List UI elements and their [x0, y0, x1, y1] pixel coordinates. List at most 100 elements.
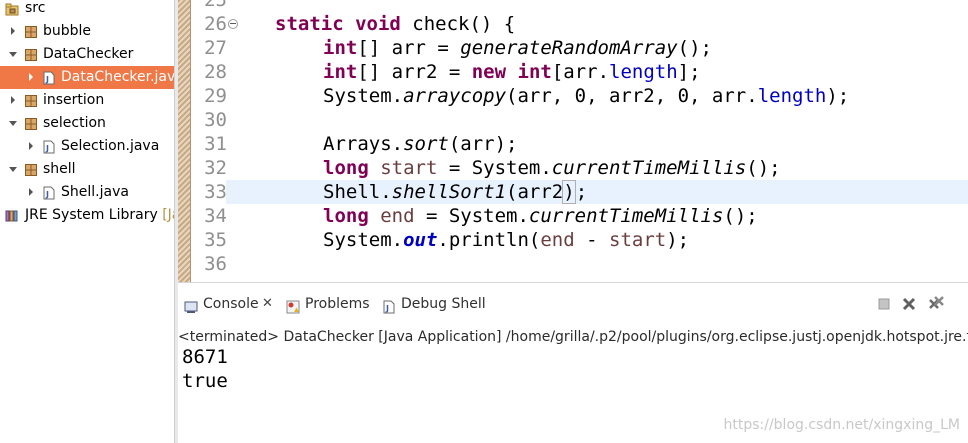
field: length — [609, 61, 678, 83]
chevron-down-icon[interactable] — [8, 49, 18, 59]
library-icon — [5, 208, 19, 222]
tab-problems[interactable]: Problems — [286, 291, 376, 317]
tree-item-label: selection — [43, 115, 106, 131]
code-editor[interactable]: 25 26 27 28 29 30 31 32 33 34 35 36 stat… — [178, 0, 968, 282]
console-view: Console ✕ Problems J Debug Shell <termin… — [178, 282, 968, 443]
tree-item-label: DataChecker.java — [61, 69, 174, 85]
code-line: System.arraycopy(arr, 0, arr2, 0, arr.le… — [323, 84, 849, 108]
console-icon — [184, 297, 198, 313]
code-line: Shell.shellSort1(arr2); — [323, 180, 587, 204]
static-field: out — [403, 229, 438, 251]
package-explorer: src bubble DataChecker J DataChecker.jav… — [0, 0, 174, 443]
tree-item-bubble[interactable]: bubble — [0, 20, 174, 43]
tab-label: Debug Shell — [401, 296, 486, 312]
code-text: Shell. — [323, 181, 392, 203]
static-method-call: generateRandomArray — [460, 37, 678, 59]
keyword: static — [275, 13, 344, 35]
tree-item-selection-java[interactable]: J Selection.java — [0, 135, 174, 158]
code-text: Arrays. — [323, 133, 404, 155]
java-file-icon: J — [42, 139, 56, 154]
static-method-call: arraycopy — [403, 85, 507, 107]
tree-item-datachecker-java[interactable]: J DataChecker.java — [0, 66, 174, 89]
code-line: System.out.println(end - start); — [323, 228, 689, 252]
svg-text:J: J — [45, 144, 49, 153]
tab-label: Console — [203, 296, 259, 312]
line-number: 25 — [204, 0, 227, 11]
local-variable: end — [540, 229, 575, 251]
code-text: ; — [575, 181, 588, 203]
package-icon — [24, 116, 38, 130]
jre-label: JRE System Library — [25, 207, 158, 223]
code-text: - — [574, 229, 610, 251]
code-text: [arr. — [551, 61, 610, 83]
tree-item-src[interactable]: src — [0, 0, 174, 20]
debug-shell-icon: J — [382, 297, 396, 314]
tree-item-shell[interactable]: shell — [0, 158, 174, 181]
local-variable: start — [609, 229, 667, 251]
jre-suffix: [Ja — [162, 207, 174, 223]
code-text: System. — [323, 85, 404, 107]
svg-text:J: J — [45, 75, 49, 84]
chevron-right-icon[interactable] — [26, 187, 36, 197]
code-line: Arrays.sort(arr); — [323, 132, 517, 156]
close-icon[interactable]: ✕ — [262, 291, 273, 317]
code-text: .println( — [437, 229, 541, 251]
chevron-right-icon[interactable] — [26, 72, 36, 82]
package-icon — [24, 47, 38, 61]
tree-item-jre-library[interactable]: JRE System Library [Ja — [0, 204, 174, 227]
tree-item-insertion[interactable]: insertion — [0, 89, 174, 112]
code-line: long end = System.currentTimeMillis(); — [323, 204, 758, 228]
package-icon — [24, 162, 38, 176]
tab-console[interactable]: Console ✕ — [184, 291, 284, 317]
tree-item-label: src — [25, 0, 46, 16]
keyword: int — [323, 61, 358, 83]
tree-item-datachecker[interactable]: DataChecker — [0, 43, 174, 66]
code-text: ]; — [677, 61, 701, 83]
line-number: 33 — [204, 181, 227, 203]
static-method-call: sort — [403, 133, 449, 155]
line-number-gutter: 25 26 27 28 29 30 31 32 33 34 35 36 — [190, 0, 238, 282]
line-number: 30 — [204, 109, 227, 131]
tab-debug-shell[interactable]: J Debug Shell — [382, 291, 492, 317]
chevron-down-icon[interactable] — [8, 164, 18, 174]
line-number: 35 — [204, 229, 227, 251]
problems-icon — [286, 297, 300, 314]
local-variable: start — [368, 157, 438, 179]
tree-item-selection[interactable]: selection — [0, 112, 174, 135]
code-text: = System. — [414, 205, 529, 227]
code-line: static void check() { — [275, 12, 515, 36]
keyword: int — [517, 61, 552, 83]
tree-item-label: insertion — [43, 92, 105, 108]
java-file-icon: J — [42, 70, 56, 85]
code-line: int[] arr = generateRandomArray(); — [323, 36, 712, 60]
code-line: int[] arr2 = new int[arr.length]; — [323, 60, 701, 84]
code-text: (); — [677, 37, 712, 59]
tree-item-label: Shell.java — [61, 184, 129, 200]
keyword: new — [471, 61, 507, 83]
tree-item-label: JRE System Library [Ja — [25, 204, 174, 227]
terminate-icon[interactable] — [875, 295, 893, 313]
chevron-right-icon[interactable] — [8, 95, 18, 105]
line-number: 29 — [204, 85, 227, 107]
view-tab-bar: Console ✕ Problems J Debug Shell — [178, 282, 968, 327]
code-text: (arr); — [448, 133, 518, 155]
code-text: [] arr = — [357, 37, 461, 59]
fold-collapse-icon[interactable] — [228, 19, 238, 29]
field: length — [757, 85, 827, 107]
code-text: System. — [323, 229, 404, 251]
tree-item-shell-java[interactable]: J Shell.java — [0, 181, 174, 204]
tab-label: Problems — [305, 296, 370, 312]
line-number: 31 — [204, 133, 227, 155]
line-number: 28 — [204, 61, 227, 83]
chevron-down-icon[interactable] — [8, 118, 18, 128]
chevron-right-icon[interactable] — [26, 141, 36, 151]
line-number: 36 — [204, 253, 227, 275]
remove-launch-icon[interactable] — [900, 295, 918, 313]
console-process-label: <terminated> DataChecker [Java Applicati… — [178, 329, 968, 345]
svg-text:J: J — [385, 304, 389, 313]
keyword: int — [323, 37, 358, 59]
chevron-right-icon[interactable] — [8, 26, 18, 36]
remove-all-terminated-icon[interactable] — [927, 295, 945, 313]
keyword: long — [323, 157, 369, 179]
code-text: [] arr2 = — [357, 61, 472, 83]
